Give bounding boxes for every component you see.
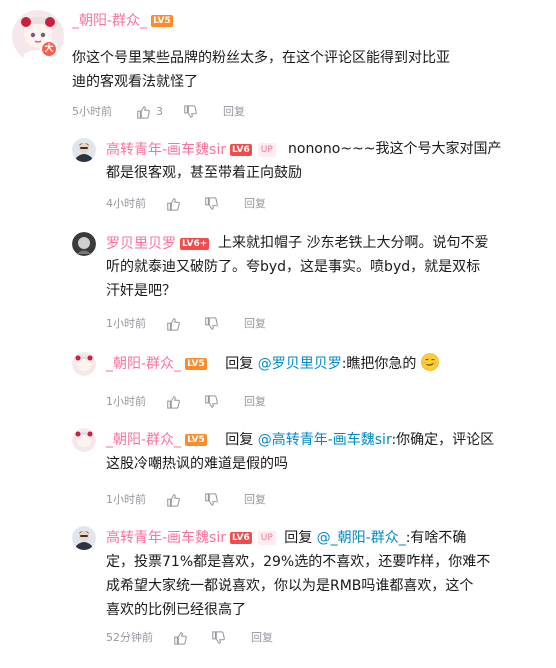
thumbs-down-icon	[205, 395, 218, 408]
reply-5-meta: 52分钟前 回复	[106, 630, 273, 646]
reply-prefix: 回复	[225, 432, 254, 448]
level-badge: LV6	[230, 532, 252, 544]
reply-2-meta: 1小时前 回复	[106, 316, 266, 332]
up-badge: UP	[257, 531, 276, 545]
reply-3-username[interactable]: _朝阳-群众_ LV5	[106, 356, 207, 372]
level-badge: LV5	[185, 434, 207, 446]
thumbs-down-icon	[212, 631, 225, 644]
comment-time: 5小时前	[72, 105, 112, 118]
dislike-button[interactable]	[204, 317, 218, 331]
like-button[interactable]	[166, 197, 180, 211]
avatar-reply-3[interactable]	[72, 352, 96, 376]
like-button[interactable]	[166, 493, 180, 507]
dislike-button[interactable]	[211, 631, 225, 645]
thumbs-up-icon	[167, 198, 180, 211]
smirk-emoji-icon	[421, 353, 439, 371]
reply-4-username[interactable]: _朝阳-群众_ LV5	[106, 432, 207, 448]
reply-button[interactable]: 回复	[244, 316, 266, 332]
reply-3-meta: 1小时前 回复	[106, 394, 266, 410]
avatar-reply-1[interactable]	[72, 138, 96, 162]
reply-prefix: 回复	[225, 356, 254, 372]
thumbs-up-icon	[167, 318, 180, 331]
comment-time: 1小时前	[106, 493, 146, 506]
like-button[interactable]	[166, 395, 180, 409]
thumbs-up-icon	[174, 632, 187, 645]
thumbs-down-icon	[184, 105, 197, 118]
reply-button[interactable]: 回复	[244, 492, 266, 508]
reply-button[interactable]: 回复	[251, 630, 273, 646]
level-badge: LV5	[151, 15, 173, 27]
main-comment-text: 你这个号里某些品牌的粉丝太多，在这个评论区能得到对比亚 迪的客观看法就怪了	[72, 50, 450, 90]
level-badge: LV5	[185, 358, 207, 370]
like-button[interactable]	[166, 317, 180, 331]
thumbs-down-icon	[205, 317, 218, 330]
dislike-button[interactable]	[204, 197, 218, 211]
reply-button[interactable]: 回复	[244, 394, 266, 410]
reply-4-text: _朝阳-群众_ LV5 回复 @高转青年-画车魏sir:你确定，评论区 这股冷嘲热…	[106, 432, 495, 472]
thumbs-up-icon	[167, 494, 180, 507]
dislike-button[interactable]	[183, 105, 197, 119]
thumbs-down-icon	[205, 197, 218, 210]
thumbs-up-icon	[137, 106, 150, 119]
main-comment-meta: 5小时前 3 回复	[72, 104, 245, 120]
reply-5-username[interactable]: 高转青年-画车魏sir LV6 UP	[106, 530, 276, 546]
reply-4-meta: 1小时前 回复	[106, 492, 266, 508]
like-button[interactable]	[173, 631, 187, 645]
avatar-reply-2[interactable]	[72, 232, 96, 256]
thumbs-down-icon	[205, 493, 218, 506]
reply-prefix: 回复	[284, 530, 313, 546]
dislike-button[interactable]	[204, 493, 218, 507]
reply-1-meta: 4小时前 回复	[106, 196, 266, 212]
comment-time: 1小时前	[106, 395, 146, 408]
like-count: 3	[156, 105, 163, 118]
reply-1-text: nonono~~~我这个号大家对国产 都是很客观，甚至带着正向鼓励	[106, 141, 502, 181]
reply-5-text: 高转青年-画车魏sir LV6 UP 回复 @_朝阳-群众_:有啥不确 定，投票71…	[106, 530, 491, 618]
reply-button[interactable]: 回复	[244, 196, 266, 212]
reply-2-text: 上来就扣帽子 沙东老铁上大分啊。说句不爱 听的就泰迪又破防了。夸byd，这是事实…	[106, 235, 489, 299]
comment-time: 52分钟前	[106, 631, 153, 644]
comment-time: 4小时前	[106, 197, 146, 210]
comment-time: 1小时前	[106, 317, 146, 330]
avatar-badge: 大	[40, 40, 58, 58]
thumbs-up-icon	[167, 396, 180, 409]
mention-link[interactable]: @罗贝里贝罗	[258, 356, 342, 372]
main-comment-username[interactable]: _朝阳-群众_ LV5	[72, 12, 173, 30]
dislike-button[interactable]	[204, 395, 218, 409]
avatar-reply-4[interactable]	[72, 428, 96, 452]
reply-3-text: :瞧把你急的	[341, 356, 417, 372]
reply-button[interactable]: 回复	[223, 104, 245, 120]
mention-link[interactable]: @_朝阳-群众_	[317, 530, 406, 546]
comment-thread: 大 _朝阳-群众_ LV5 你这个号里某些品牌的粉丝太多，在这个评论区能得到对比亚…	[0, 0, 556, 668]
mention-link[interactable]: @高转青年-画车魏sir	[258, 432, 392, 448]
reply-3-line: _朝阳-群众_ LV5 回复 @罗贝里贝罗:瞧把你急的	[106, 352, 536, 376]
avatar-reply-5[interactable]	[72, 526, 96, 550]
like-button[interactable]: 3	[136, 104, 163, 120]
